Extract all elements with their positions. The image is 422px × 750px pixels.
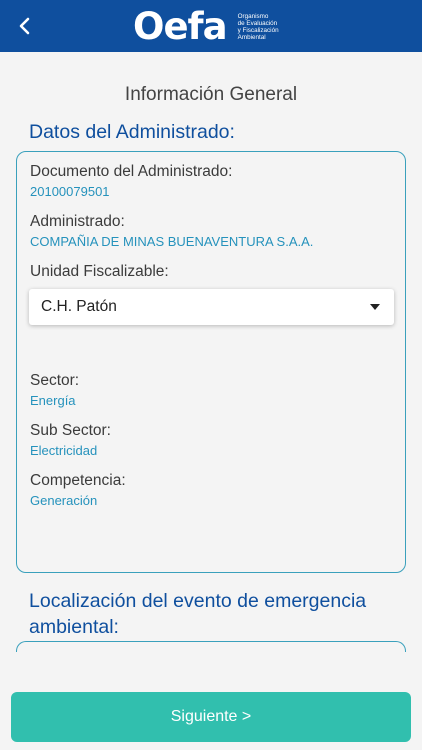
unidad-fiscalizable-selected: C.H. Patón <box>41 298 117 315</box>
back-button[interactable] <box>10 11 40 41</box>
subsector-value: Electricidad <box>30 443 98 458</box>
caret-down-icon <box>370 304 380 310</box>
documento-label: Documento del Administrado: <box>30 163 233 180</box>
administrado-value: COMPAÑIA DE MINAS BUENAVENTURA S.A.A. <box>30 234 314 249</box>
logo-tagline: Organismo de Evaluación y Fiscalización … <box>237 12 279 42</box>
unidad-fiscalizable-label: Unidad Fiscalizable: <box>30 263 169 280</box>
sector-label: Sector: <box>30 372 80 389</box>
subsector-label: Sub Sector: <box>30 422 111 439</box>
competencia-label: Competencia: <box>30 472 126 489</box>
logo-wordmark: Oefa <box>133 5 228 48</box>
chevron-left-icon <box>19 17 30 35</box>
next-button[interactable]: Siguiente > <box>11 692 411 742</box>
administrado-label: Administrado: <box>30 213 125 230</box>
sector-value: Energía <box>30 393 76 408</box>
section-title-localizacion: Localización del evento de emergencia am… <box>29 590 367 638</box>
oefa-logo: Oefa Organismo de Evaluación y Fiscaliza… <box>133 5 298 48</box>
documento-value: 20100079501 <box>30 184 110 199</box>
competencia-value: Generación <box>30 493 98 508</box>
section-title-administrado: Datos del Administrado: <box>29 121 235 143</box>
page-title: Información General <box>124 84 298 105</box>
administrado-card: Documento del Administrado: 20100079501 … <box>16 151 406 573</box>
top-app-bar: Oefa Organismo de Evaluación y Fiscaliza… <box>0 0 422 52</box>
unidad-fiscalizable-select[interactable]: C.H. Patón <box>29 289 394 325</box>
